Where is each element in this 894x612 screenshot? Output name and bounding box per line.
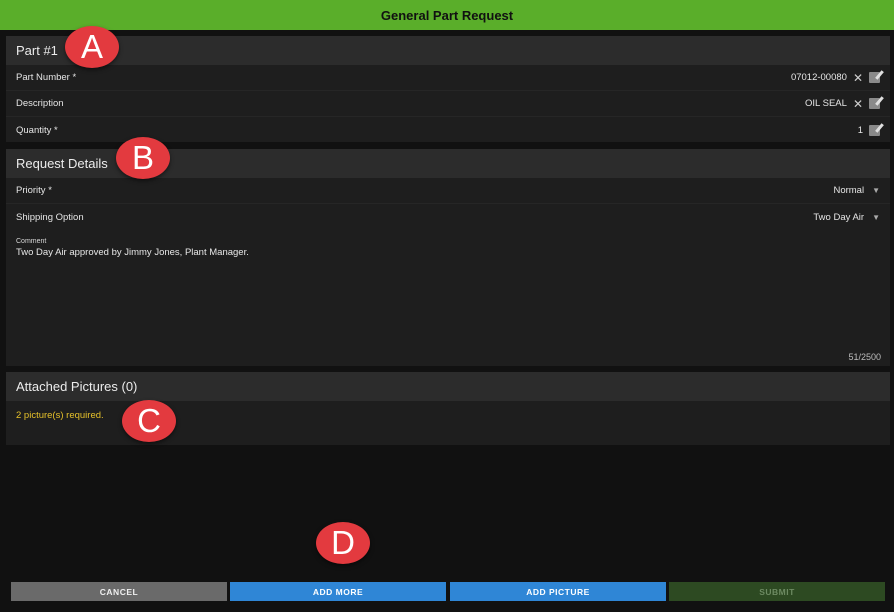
part-section-title: Part #1 xyxy=(16,43,58,58)
chevron-down-icon: ▼ xyxy=(872,186,880,195)
marker-c: C xyxy=(122,400,176,442)
marker-b: B xyxy=(116,137,170,179)
edit-icon[interactable] xyxy=(869,98,880,109)
description-label: Description xyxy=(16,98,64,109)
comment-field[interactable]: Comment Two Day Air approved by Jimmy Jo… xyxy=(6,230,890,366)
marker-a: A xyxy=(65,26,119,68)
pictures-section-header: Attached Pictures (0) xyxy=(6,372,890,401)
edit-icon[interactable] xyxy=(869,72,880,83)
edit-icon[interactable] xyxy=(869,124,880,136)
priority-label: Priority * xyxy=(16,185,52,196)
quantity-label: Quantity * xyxy=(16,124,58,136)
clear-icon[interactable]: ✕ xyxy=(853,72,863,84)
part-section: Part #1 Part Number * 07012-00080 ✕ Desc… xyxy=(6,36,890,142)
add-more-button[interactable]: ADD MORE xyxy=(230,582,446,601)
description-row[interactable]: Description OIL SEAL ✕ xyxy=(6,91,890,117)
priority-value: Normal xyxy=(833,185,865,196)
add-picture-button[interactable]: ADD PICTURE xyxy=(450,582,666,601)
priority-select[interactable]: Normal ▼ xyxy=(833,185,880,196)
part-number-label: Part Number * xyxy=(16,72,77,83)
character-counter: 51/2500 xyxy=(848,352,881,362)
part-number-row[interactable]: Part Number * 07012-00080 ✕ xyxy=(6,65,890,91)
shipping-label: Shipping Option xyxy=(16,211,84,223)
description-value[interactable]: OIL SEAL xyxy=(805,98,847,109)
marker-d: D xyxy=(316,522,370,564)
submit-button[interactable]: SUBMIT xyxy=(669,582,885,601)
shipping-select[interactable]: Two Day Air ▼ xyxy=(813,212,880,223)
window-title: General Part Request xyxy=(380,7,514,23)
request-section: Request Details Priority * Normal ▼ Ship… xyxy=(6,149,890,366)
shipping-row[interactable]: Shipping Option Two Day Air ▼ xyxy=(6,204,890,230)
cancel-button[interactable]: CANCEL xyxy=(11,582,227,601)
shipping-value: Two Day Air xyxy=(813,211,865,223)
quantity-value[interactable]: 1 xyxy=(858,125,863,136)
part-section-header: Part #1 xyxy=(6,36,890,65)
chevron-down-icon: ▼ xyxy=(872,212,880,222)
clear-icon[interactable]: ✕ xyxy=(853,98,863,110)
request-section-title: Request Details xyxy=(16,156,108,171)
comment-text[interactable]: Two Day Air approved by Jimmy Jones, Pla… xyxy=(6,245,890,258)
priority-row[interactable]: Priority * Normal ▼ xyxy=(6,178,890,204)
comment-label: Comment xyxy=(16,238,47,245)
title-bar: General Part Request xyxy=(0,0,894,30)
part-number-value[interactable]: 07012-00080 xyxy=(791,72,847,83)
pictures-section-title: Attached Pictures (0) xyxy=(16,379,138,394)
